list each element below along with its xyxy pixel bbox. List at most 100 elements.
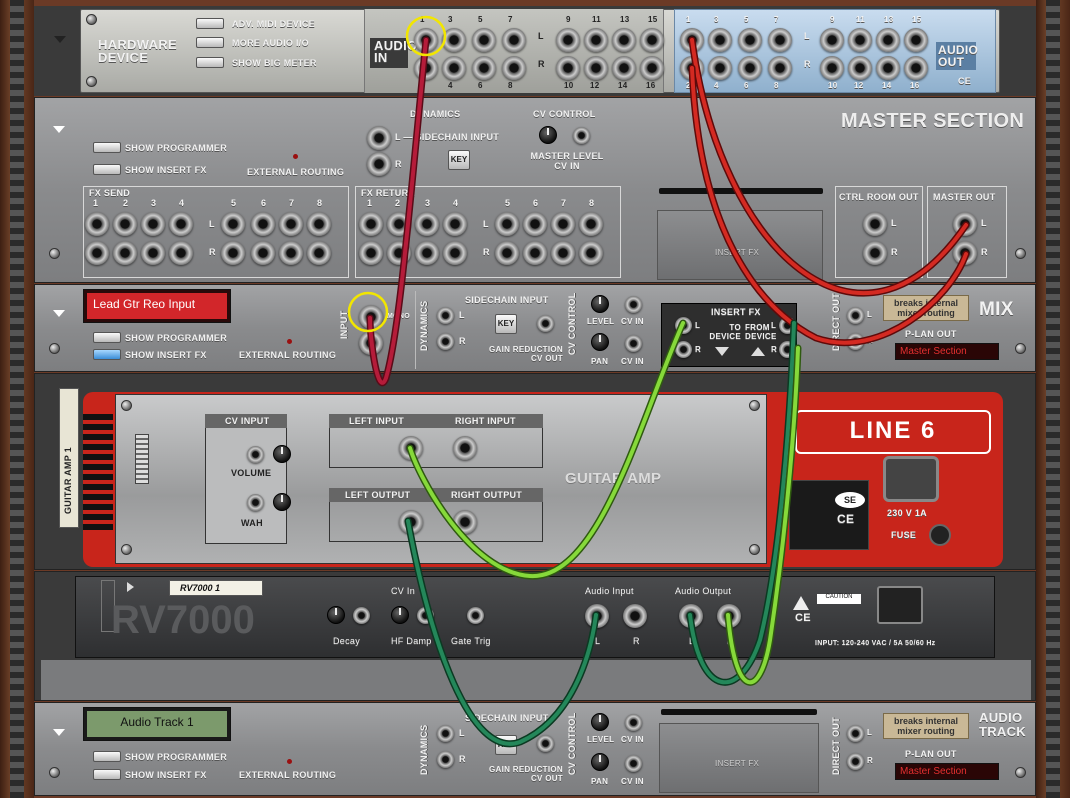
hf-damp-cv-jack[interactable] bbox=[417, 607, 434, 624]
input-r-jack[interactable] bbox=[359, 331, 383, 355]
sidechain-input-l-jack[interactable] bbox=[367, 126, 391, 150]
audio-in-jack-7[interactable] bbox=[502, 28, 526, 52]
audio-out-jack-7[interactable] bbox=[768, 28, 792, 52]
ctrl-room-out-r-jack[interactable] bbox=[863, 241, 887, 265]
audio-out-jack-8[interactable] bbox=[768, 56, 792, 80]
fx-send-1r-jack[interactable] bbox=[85, 241, 109, 265]
show-programmer-button[interactable] bbox=[93, 332, 121, 343]
input-l-jack[interactable] bbox=[359, 305, 383, 329]
audio-out-jack-14[interactable] bbox=[876, 56, 900, 80]
audio-in-jack-10[interactable] bbox=[556, 56, 580, 80]
insert-from-device-l-jack[interactable] bbox=[779, 317, 796, 334]
audio-in-jack-16[interactable] bbox=[640, 56, 664, 80]
show-programmer-button[interactable] bbox=[93, 751, 121, 762]
collapse-arrow-icon[interactable] bbox=[53, 729, 65, 736]
rv7000-name-tape[interactable]: RV7000 1 bbox=[169, 580, 263, 596]
left-output-jack[interactable] bbox=[399, 510, 423, 534]
show-insert-fx-button[interactable] bbox=[93, 164, 121, 175]
audio-out-jack-1[interactable] bbox=[680, 28, 704, 52]
sidechain-r-jack[interactable] bbox=[437, 751, 454, 768]
master-section-display[interactable]: Master Section bbox=[895, 343, 999, 360]
audio-in-jack-8[interactable] bbox=[502, 56, 526, 80]
fx-send-1l-jack[interactable] bbox=[85, 212, 109, 236]
fx-return-1l-jack[interactable] bbox=[359, 212, 383, 236]
sidechain-l-jack[interactable] bbox=[437, 725, 454, 742]
audio-out-jack-6[interactable] bbox=[738, 56, 762, 80]
fx-send-8l-jack[interactable] bbox=[307, 212, 331, 236]
play-icon[interactable] bbox=[127, 582, 134, 592]
fx-return-1r-jack[interactable] bbox=[359, 241, 383, 265]
insert-fx-area[interactable] bbox=[659, 723, 819, 793]
show-big-meter-button[interactable] bbox=[196, 57, 224, 68]
audio-in-jack-4[interactable] bbox=[442, 56, 466, 80]
audio-in-jack-2[interactable] bbox=[414, 56, 438, 80]
audio-out-jack-9[interactable] bbox=[820, 28, 844, 52]
level-knob[interactable] bbox=[591, 713, 609, 731]
fx-send-7r-jack[interactable] bbox=[279, 241, 303, 265]
direct-out-r-jack[interactable] bbox=[847, 753, 864, 770]
fx-return-6l-jack[interactable] bbox=[523, 212, 547, 236]
audio-in-jack-14[interactable] bbox=[612, 56, 636, 80]
show-insert-fx-button[interactable] bbox=[93, 349, 121, 360]
fx-send-5l-jack[interactable] bbox=[221, 212, 245, 236]
fx-send-2r-jack[interactable] bbox=[113, 241, 137, 265]
audio-in-jack-1[interactable] bbox=[414, 28, 438, 52]
audio-in-jack-11[interactable] bbox=[584, 28, 608, 52]
fx-send-6r-jack[interactable] bbox=[251, 241, 275, 265]
audio-out-jack-5[interactable] bbox=[738, 28, 762, 52]
right-input-jack[interactable] bbox=[453, 436, 477, 460]
audio-out-jack-3[interactable] bbox=[708, 28, 732, 52]
master-section-display[interactable]: Master Section bbox=[895, 763, 999, 780]
fx-send-6l-jack[interactable] bbox=[251, 212, 275, 236]
gate-trig-jack[interactable] bbox=[467, 607, 484, 624]
sidechain-r-jack[interactable] bbox=[437, 333, 454, 350]
fx-send-3r-jack[interactable] bbox=[141, 241, 165, 265]
audio-out-jack-16[interactable] bbox=[904, 56, 928, 80]
pan-knob[interactable] bbox=[591, 753, 609, 771]
wah-cv-jack[interactable] bbox=[247, 494, 264, 511]
key-button[interactable]: KEY bbox=[448, 150, 470, 170]
level-knob[interactable] bbox=[591, 295, 609, 313]
channel-name-display[interactable]: Lead Gtr Reo Input bbox=[87, 293, 227, 319]
wah-knob[interactable] bbox=[273, 493, 291, 511]
more-audio-io-button[interactable] bbox=[196, 37, 224, 48]
show-programmer-button[interactable] bbox=[93, 142, 121, 153]
fx-return-2r-jack[interactable] bbox=[387, 241, 411, 265]
fx-return-8l-jack[interactable] bbox=[579, 212, 603, 236]
key-button[interactable]: KEY bbox=[495, 314, 517, 334]
audio-in-jack-15[interactable] bbox=[640, 28, 664, 52]
direct-out-l-jack[interactable] bbox=[847, 725, 864, 742]
fx-return-3r-jack[interactable] bbox=[415, 241, 439, 265]
fx-send-5r-jack[interactable] bbox=[221, 241, 245, 265]
audio-out-jack-12[interactable] bbox=[848, 56, 872, 80]
insert-fx-area[interactable] bbox=[657, 210, 823, 280]
fx-return-4r-jack[interactable] bbox=[443, 241, 467, 265]
show-insert-fx-button[interactable] bbox=[93, 769, 121, 780]
volume-knob[interactable] bbox=[273, 445, 291, 463]
fx-return-7l-jack[interactable] bbox=[551, 212, 575, 236]
pan-cv-in-jack[interactable] bbox=[625, 335, 642, 352]
audio-in-jack-13[interactable] bbox=[612, 28, 636, 52]
gain-reduction-cv-out-jack[interactable] bbox=[537, 315, 554, 332]
fx-return-8r-jack[interactable] bbox=[579, 241, 603, 265]
collapse-arrow-icon[interactable] bbox=[53, 126, 65, 133]
audio-in-jack-5[interactable] bbox=[472, 28, 496, 52]
audio-input-r-jack[interactable] bbox=[623, 604, 647, 628]
sidechain-input-r-jack[interactable] bbox=[367, 152, 391, 176]
master-out-l-jack[interactable] bbox=[953, 212, 977, 236]
audio-in-jack-9[interactable] bbox=[556, 28, 580, 52]
audio-in-jack-6[interactable] bbox=[472, 56, 496, 80]
master-level-cv-jack[interactable] bbox=[573, 127, 590, 144]
level-cv-in-jack[interactable] bbox=[625, 296, 642, 313]
fx-return-4l-jack[interactable] bbox=[443, 212, 467, 236]
fx-send-7l-jack[interactable] bbox=[279, 212, 303, 236]
audio-in-jack-3[interactable] bbox=[442, 28, 466, 52]
collapse-arrow-icon[interactable] bbox=[54, 36, 66, 43]
fx-return-2l-jack[interactable] bbox=[387, 212, 411, 236]
pan-knob[interactable] bbox=[591, 333, 609, 351]
fx-return-5r-jack[interactable] bbox=[495, 241, 519, 265]
fx-return-3l-jack[interactable] bbox=[415, 212, 439, 236]
fx-return-7r-jack[interactable] bbox=[551, 241, 575, 265]
insert-to-device-r-jack[interactable] bbox=[675, 341, 692, 358]
audio-input-l-jack[interactable] bbox=[585, 604, 609, 628]
